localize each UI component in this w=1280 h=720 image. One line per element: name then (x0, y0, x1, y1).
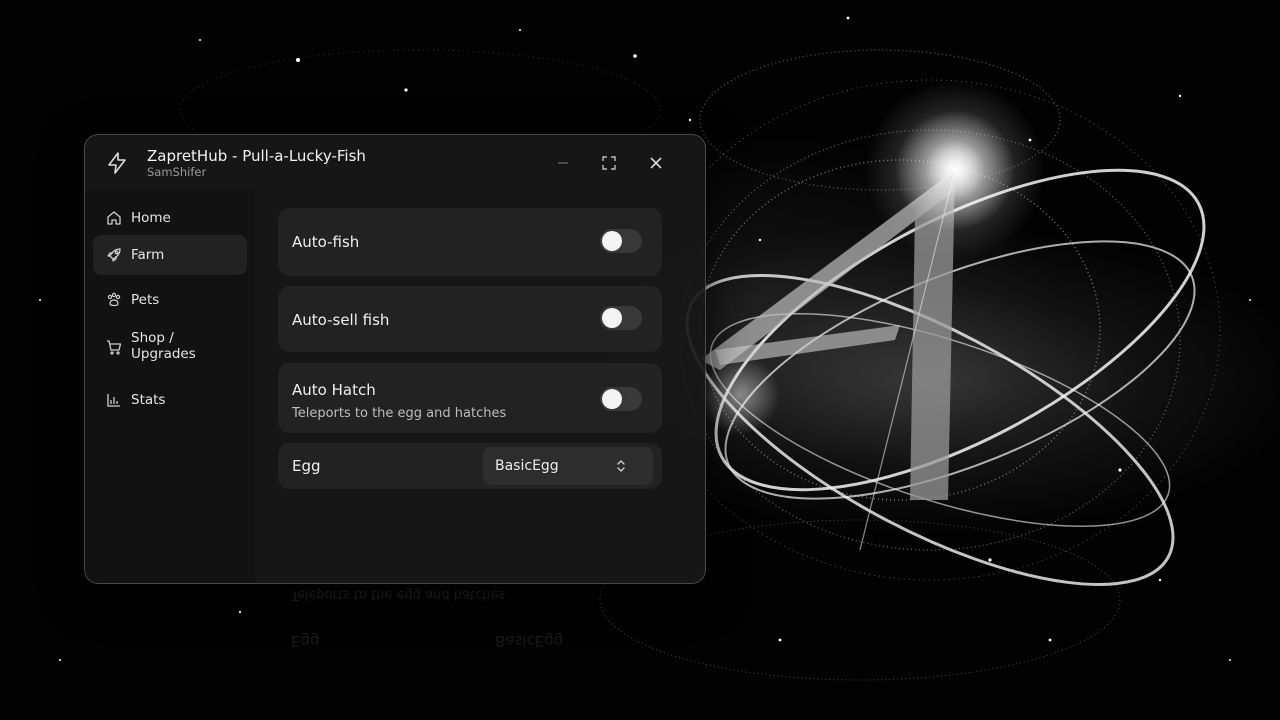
sidebar: Home Farm Pets Shop / Upgrades Stats (85, 191, 255, 583)
auto-hatch-label: Auto Hatch (292, 381, 376, 399)
auto-sell-label: Auto-sell fish (292, 311, 390, 329)
app-window: ZapretHub - Pull-a-Lucky-Fish SamShifer (84, 134, 706, 584)
auto-hatch-toggle[interactable] (600, 387, 642, 411)
egg-dropdown[interactable]: BasicEgg (483, 447, 653, 485)
toggle-knob (602, 308, 622, 328)
reflection-egg-label: Egg (291, 632, 320, 650)
paw-icon (105, 291, 123, 309)
sidebar-item-home[interactable]: Home (93, 199, 247, 237)
egg-label: Egg (292, 457, 321, 475)
toggle-knob (602, 389, 622, 409)
sidebar-item-pets[interactable]: Pets (93, 281, 247, 319)
sidebar-item-stats[interactable]: Stats (93, 381, 247, 419)
sidebar-item-label: Pets (131, 292, 160, 308)
title-bar[interactable]: ZapretHub - Pull-a-Lucky-Fish SamShifer (85, 135, 705, 191)
rocket-icon (105, 246, 123, 264)
auto-sell-card: Auto-sell fish (278, 286, 662, 352)
reflection-egg-value: BasicEgg (495, 632, 564, 650)
chevron-up-down-icon (613, 458, 629, 474)
sidebar-item-label: Shop / Upgrades (131, 330, 196, 362)
maximize-icon (602, 156, 616, 170)
egg-dropdown-value: BasicEgg (495, 458, 559, 474)
auto-fish-toggle[interactable] (600, 229, 642, 253)
window-reflection: Egg BasicEgg Teleports to the egg and ha… (84, 587, 704, 720)
window-subtitle: SamShifer (147, 165, 207, 179)
close-button[interactable] (642, 149, 670, 177)
egg-select-card: Egg BasicEgg (278, 443, 662, 489)
minimize-button[interactable] (549, 149, 577, 177)
minimize-icon (558, 162, 568, 164)
lightning-icon (105, 151, 129, 175)
bar-chart-icon (105, 391, 123, 409)
window-title: ZapretHub - Pull-a-Lucky-Fish (147, 147, 366, 165)
close-icon (650, 157, 662, 169)
sidebar-item-label: Home (131, 210, 171, 226)
auto-hatch-card: Auto Hatch Teleports to the egg and hatc… (278, 363, 662, 433)
sidebar-item-shop[interactable]: Shop / Upgrades (93, 325, 247, 369)
toggle-knob (602, 231, 622, 251)
home-icon (105, 209, 123, 227)
sidebar-item-label: Stats (131, 392, 166, 408)
cart-icon (105, 338, 123, 356)
reflection-hatch-desc: Teleports to the egg and hatches (291, 587, 506, 602)
auto-fish-card: Auto-fish (278, 208, 662, 276)
auto-fish-label: Auto-fish (292, 233, 360, 251)
maximize-button[interactable] (595, 149, 623, 177)
sidebar-item-label: Farm (131, 247, 165, 263)
auto-hatch-description: Teleports to the egg and hatches (292, 406, 507, 421)
sidebar-item-farm[interactable]: Farm (93, 235, 247, 275)
auto-sell-toggle[interactable] (600, 306, 642, 330)
